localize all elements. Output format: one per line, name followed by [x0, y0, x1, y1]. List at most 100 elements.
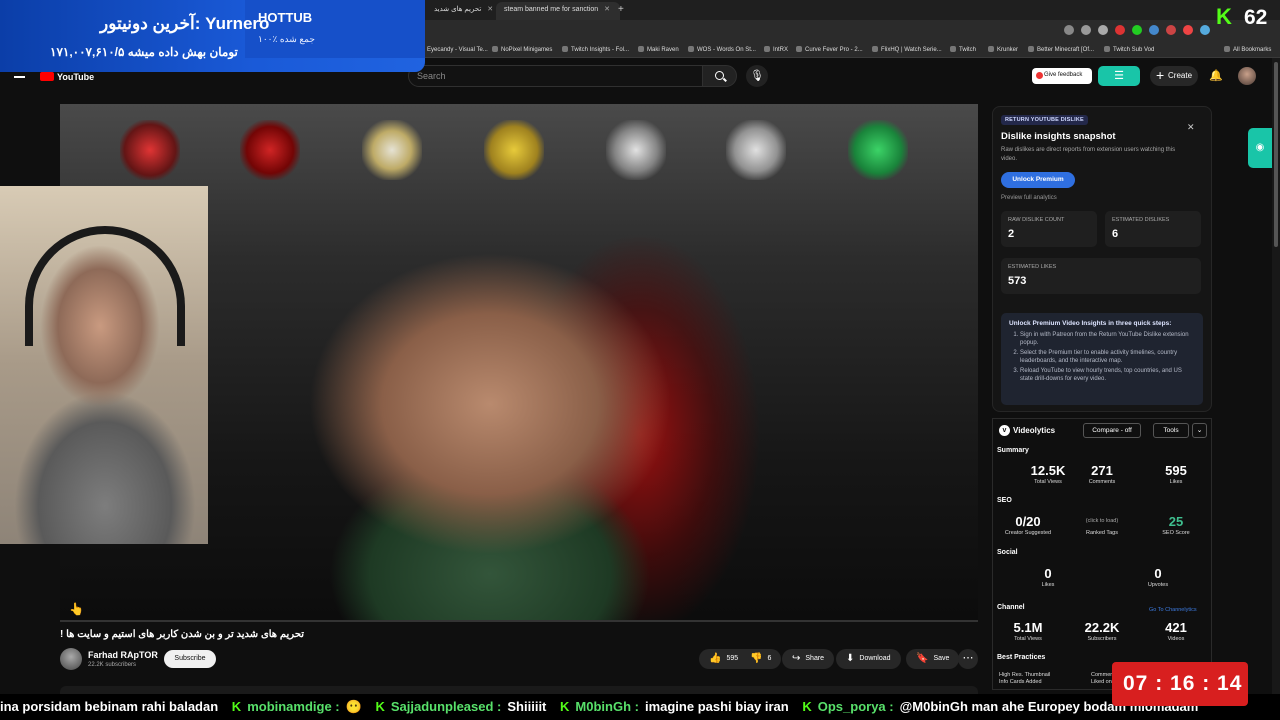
best-practices-left: High Res. Thumbnail Info Cards Added: [999, 672, 1050, 686]
create-button[interactable]: Create: [1150, 66, 1198, 86]
share-button[interactable]: ↪ Share: [782, 649, 835, 669]
chat-username: Ops_porya :: [817, 699, 894, 714]
stat-value: 0: [1044, 566, 1052, 581]
extension-icon[interactable]: [1183, 25, 1193, 35]
mouse-cursor-icon: 👆: [69, 602, 84, 616]
kick-icon: K: [802, 699, 812, 714]
unlock-premium-button[interactable]: Unlock Premium: [1001, 172, 1075, 188]
steps-list: Sign in with Patreon from the Return You…: [1009, 331, 1195, 383]
navi-logo-icon: [484, 120, 544, 180]
stat-label: Likes: [1041, 582, 1055, 588]
new-tab-icon[interactable]: +: [618, 4, 624, 15]
streamer-webcam: [0, 186, 208, 544]
bookmark[interactable]: NoPixel Minigames: [492, 46, 552, 53]
give-feedback-button[interactable]: Give feedback: [1032, 68, 1092, 84]
videolytics-panel: v Videolytics Compare - off Tools ⌄ Summ…: [992, 418, 1212, 690]
save-button[interactable]: 🔖 Save: [906, 649, 960, 669]
bookmark[interactable]: IntRX: [764, 46, 788, 53]
falcons-logo-icon: [848, 120, 908, 180]
raw-dislike-card: RAW DISLIKE COUNT 2: [1001, 211, 1097, 247]
extension-icon[interactable]: [1132, 25, 1142, 35]
more-actions-icon[interactable]: ⋯: [958, 649, 978, 669]
microphone-icon[interactable]: 🎙: [746, 65, 768, 87]
extension-icon[interactable]: [1166, 25, 1176, 35]
bookmark[interactable]: FlixHQ | Watch Serie...: [872, 46, 942, 53]
thumbs-down-icon: 👎: [750, 653, 763, 664]
close-tab-icon[interactable]: ✕: [604, 6, 610, 13]
hottub-title: HOTTUB: [258, 10, 313, 25]
share-icon: ↪: [792, 653, 801, 664]
scrollbar-thumb[interactable]: [1274, 62, 1278, 247]
channel-videos-stat: 421 Videos: [1141, 620, 1211, 642]
ryd-badge: RETURN YOUTUBE DISLIKE: [1001, 115, 1088, 125]
bookmark[interactable]: Krunker: [988, 46, 1018, 53]
comments-stat: 271 Comments: [1067, 463, 1137, 485]
ranked-tags-stat[interactable]: (click to load) Ranked Tags: [1067, 514, 1137, 536]
ryd-description: Raw dislikes are direct reports from ext…: [1001, 147, 1176, 162]
subscribe-button[interactable]: Subscribe: [164, 650, 216, 668]
bookmark[interactable]: Twitch Sub Vod: [1104, 46, 1154, 53]
extension-icon[interactable]: [1115, 25, 1125, 35]
bookmark[interactable]: Curve Fever Pro - 2...: [796, 46, 863, 53]
bookmark[interactable]: Eyecandy - Visual Te...: [418, 46, 488, 53]
browser-tab-2[interactable]: steam banned me for sanction ✕: [496, 2, 621, 20]
estimated-likes-card: ESTIMATED LIKES 573: [1001, 258, 1201, 294]
extension-side-tab-icon[interactable]: ◉: [1248, 128, 1272, 168]
timer-value: 07 : 16 : 14: [1123, 672, 1243, 695]
channel-name[interactable]: Farhad RApTOR: [88, 650, 158, 660]
vitality-logo-icon: [362, 120, 422, 180]
viewer-count: 62: [1244, 6, 1268, 29]
stat-value: 5.1M: [1013, 620, 1043, 635]
extension-icon[interactable]: [1200, 25, 1210, 35]
hottub-progress: ۱۰۰٪ جمع شده: [258, 34, 315, 44]
bookmark[interactable]: Maki Raven: [638, 46, 679, 53]
channel-views-stat: 5.1M Total Views: [993, 620, 1063, 642]
dislike-button[interactable]: 👎 6: [744, 649, 782, 669]
tools-dropdown[interactable]: Tools: [1153, 423, 1189, 438]
extension-icon[interactable]: [1081, 25, 1091, 35]
like-count: 595: [726, 655, 739, 662]
step-item: Reload YouTube to view hourly trends, to…: [1020, 367, 1195, 383]
stat-label: Ranked Tags: [1085, 530, 1118, 536]
summary-heading: Summary: [997, 447, 1029, 454]
like-button[interactable]: 👍 595: [699, 649, 747, 669]
bookmark[interactable]: All Bookmarks: [1224, 46, 1271, 53]
ryd-panel: RETURN YOUTUBE DISLIKE ✕ Dislike insight…: [992, 106, 1212, 412]
search-input[interactable]: Search: [408, 65, 703, 87]
browser-tab-1[interactable]: تحریم های شدید ✕: [426, 2, 503, 20]
preview-analytics-link[interactable]: Preview full analytics: [1001, 195, 1057, 201]
go-to-channelytics-link[interactable]: Go To Channelytics: [1149, 607, 1197, 613]
extension-icon[interactable]: [1064, 25, 1074, 35]
bookmark[interactable]: Twitch: [950, 46, 976, 53]
stat-value: 25: [1168, 514, 1184, 529]
videolytics-title: Videolytics: [1013, 426, 1056, 435]
close-icon[interactable]: ✕: [1187, 122, 1195, 133]
channel-avatar[interactable]: [60, 648, 82, 670]
kick-viewer-counter: K 62: [1212, 4, 1280, 29]
bookmark[interactable]: Better Minecraft [Of...: [1028, 46, 1094, 53]
account-avatar[interactable]: [1238, 67, 1256, 85]
tab-label: تحریم های شدید: [434, 6, 482, 13]
chevron-down-icon[interactable]: ⌄: [1192, 423, 1207, 438]
extension-icon[interactable]: [1149, 25, 1159, 35]
video-progress-bar[interactable]: [60, 620, 978, 622]
search-button[interactable]: [702, 65, 737, 87]
extension-menu-button[interactable]: ☰: [1098, 66, 1140, 86]
bookmark[interactable]: Twitch Insights - Fol...: [562, 46, 629, 53]
youtube-logo[interactable]: YouTube: [40, 72, 94, 82]
screen: تحریم های شدید ✕ steam banned me for sanc…: [0, 0, 1280, 720]
kick-icon: K: [231, 699, 242, 714]
download-icon: ⬇: [846, 653, 855, 664]
stat-label: ESTIMATED LIKES: [1008, 264, 1057, 270]
download-button[interactable]: ⬇ Download: [836, 649, 901, 669]
search-icon: [715, 71, 724, 80]
compare-toggle[interactable]: Compare - off: [1083, 423, 1141, 438]
kick-logo-icon: K: [1216, 4, 1232, 29]
stat-value: 573: [1008, 275, 1027, 287]
notifications-bell-icon[interactable]: 🔔: [1209, 69, 1223, 82]
stat-value: 595: [1165, 463, 1187, 478]
close-tab-icon[interactable]: ✕: [487, 6, 493, 13]
star-icon[interactable]: [1098, 25, 1108, 35]
stat-label: Likes: [1169, 479, 1183, 485]
bookmark[interactable]: WOS - Words On St...: [688, 46, 756, 53]
